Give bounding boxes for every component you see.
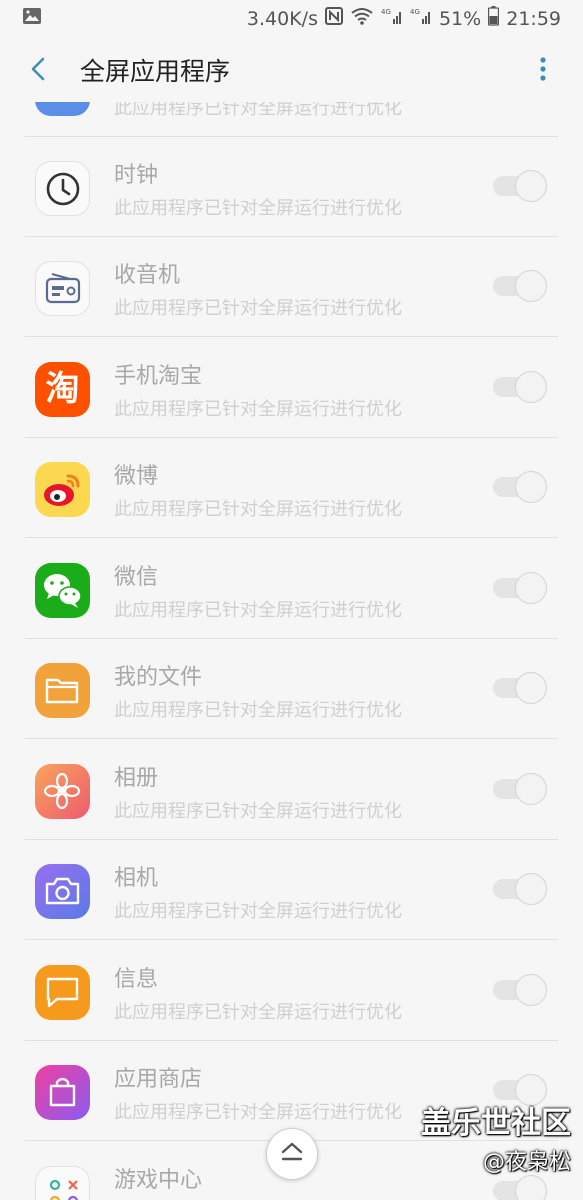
app-name: 微信 xyxy=(114,565,159,590)
list-item[interactable]: 相册 此应用程序已针对全屏运行进行优化 xyxy=(0,740,583,840)
app-name: 游戏中心 xyxy=(114,1168,203,1193)
svg-text:4G: 4G xyxy=(410,8,420,16)
toggle-switch[interactable] xyxy=(493,270,547,302)
watermark: 盖乐世社区 @夜枭松 xyxy=(421,1106,571,1178)
app-desc: 此应用程序已针对全屏运行进行优化 xyxy=(114,600,402,621)
list-item[interactable]: 信息 此应用程序已针对全屏运行进行优化 xyxy=(0,941,583,1041)
app-name: 相册 xyxy=(114,766,159,791)
toggle-switch[interactable] xyxy=(493,572,547,604)
weibo-icon xyxy=(35,462,90,517)
signal-4g-icon: 4G xyxy=(381,7,403,30)
radio-icon xyxy=(35,261,90,316)
battery-icon xyxy=(488,6,500,31)
list-item[interactable]: 淘 手机淘宝 此应用程序已针对全屏运行进行优化 xyxy=(0,338,583,438)
chevron-left-icon xyxy=(31,57,45,81)
page-title: 全屏应用程序 xyxy=(80,57,231,86)
image-notification-icon xyxy=(22,7,42,30)
watermark-title: 盖乐世社区 xyxy=(421,1106,571,1141)
clock-icon xyxy=(35,161,90,216)
list-item[interactable]: 相机 此应用程序已针对全屏运行进行优化 xyxy=(0,840,583,940)
camera-icon xyxy=(35,864,90,919)
app-name: 手机淘宝 xyxy=(114,364,203,389)
message-icon xyxy=(35,965,90,1020)
folder-icon xyxy=(35,663,90,718)
app-icon-partial xyxy=(35,102,90,116)
toggle-switch[interactable] xyxy=(493,773,547,805)
status-bar: 3.40K/s 4G 4G 51% 21:59 xyxy=(0,0,583,36)
list-item[interactable]: 时钟 此应用程序已针对全屏运行进行优化 xyxy=(0,137,583,237)
toggle-switch[interactable] xyxy=(493,1074,547,1106)
app-desc: 此应用程序已针对全屏运行进行优化 xyxy=(114,499,402,520)
app-list: 此应用程序已针对全屏运行进行优化 时钟 此应用程序已针对全屏运行进行优化 收音机… xyxy=(0,102,583,1200)
nfc-icon xyxy=(325,7,343,30)
app-desc: 此应用程序已针对全屏运行进行优化 xyxy=(114,700,402,721)
game-center-icon xyxy=(35,1166,90,1200)
app-name: 我的文件 xyxy=(114,665,203,690)
back-button[interactable] xyxy=(24,52,54,86)
wechat-icon xyxy=(35,563,90,618)
scroll-to-top-button[interactable] xyxy=(266,1128,318,1180)
signal-4g-icon: 4G xyxy=(410,7,432,30)
battery-percent: 51% xyxy=(439,7,482,30)
watermark-author: @夜枭松 xyxy=(482,1150,571,1175)
toggle-switch[interactable] xyxy=(493,672,547,704)
app-store-icon xyxy=(35,1065,90,1120)
list-item[interactable]: 我的文件 此应用程序已针对全屏运行进行优化 xyxy=(0,639,583,739)
list-item-desc: 此应用程序已针对全屏运行进行优化 xyxy=(114,102,402,119)
gallery-icon xyxy=(35,764,90,819)
taobao-icon: 淘 xyxy=(35,362,90,417)
svg-text:4G: 4G xyxy=(381,8,391,16)
app-name: 时钟 xyxy=(114,163,159,188)
app-desc: 此应用程序已针对全屏运行进行优化 xyxy=(114,198,402,219)
taobao-icon-glyph: 淘 xyxy=(45,369,80,409)
list-item[interactable]: 微信 此应用程序已针对全屏运行进行优化 xyxy=(0,539,583,639)
app-name: 相机 xyxy=(114,866,159,891)
more-vertical-icon xyxy=(540,57,546,81)
net-speed: 3.40K/s xyxy=(246,7,318,30)
wifi-icon xyxy=(350,7,374,30)
app-desc: 此应用程序已针对全屏运行进行优化 xyxy=(114,298,402,319)
app-name: 收音机 xyxy=(114,263,181,288)
list-item[interactable]: 微博 此应用程序已针对全屏运行进行优化 xyxy=(0,438,583,538)
toggle-switch[interactable] xyxy=(493,371,547,403)
app-desc: 此应用程序已针对全屏运行进行优化 xyxy=(114,1102,402,1123)
toggle-switch[interactable] xyxy=(493,471,547,503)
more-options-button[interactable] xyxy=(531,52,555,86)
app-desc: 此应用程序已针对全屏运行进行优化 xyxy=(114,1002,402,1023)
app-desc: 此应用程序已针对全屏运行进行优化 xyxy=(114,801,402,822)
toggle-switch[interactable] xyxy=(493,873,547,905)
app-desc: 此应用程序已针对全屏运行进行优化 xyxy=(114,399,402,420)
app-name: 微博 xyxy=(114,464,159,489)
app-bar: 全屏应用程序 xyxy=(0,36,583,102)
chevron-up-icon xyxy=(281,1142,303,1161)
toggle-switch[interactable] xyxy=(493,974,547,1006)
app-desc: 此应用程序已针对全屏运行进行优化 xyxy=(114,901,402,922)
app-name: 信息 xyxy=(114,967,159,992)
app-name: 应用商店 xyxy=(114,1067,203,1092)
toggle-switch[interactable] xyxy=(493,1175,547,1200)
list-item-partial[interactable]: 此应用程序已针对全屏运行进行优化 xyxy=(0,102,583,137)
toggle-switch[interactable] xyxy=(493,170,547,202)
list-item[interactable]: 收音机 此应用程序已针对全屏运行进行优化 xyxy=(0,237,583,337)
clock-time: 21:59 xyxy=(506,7,561,30)
